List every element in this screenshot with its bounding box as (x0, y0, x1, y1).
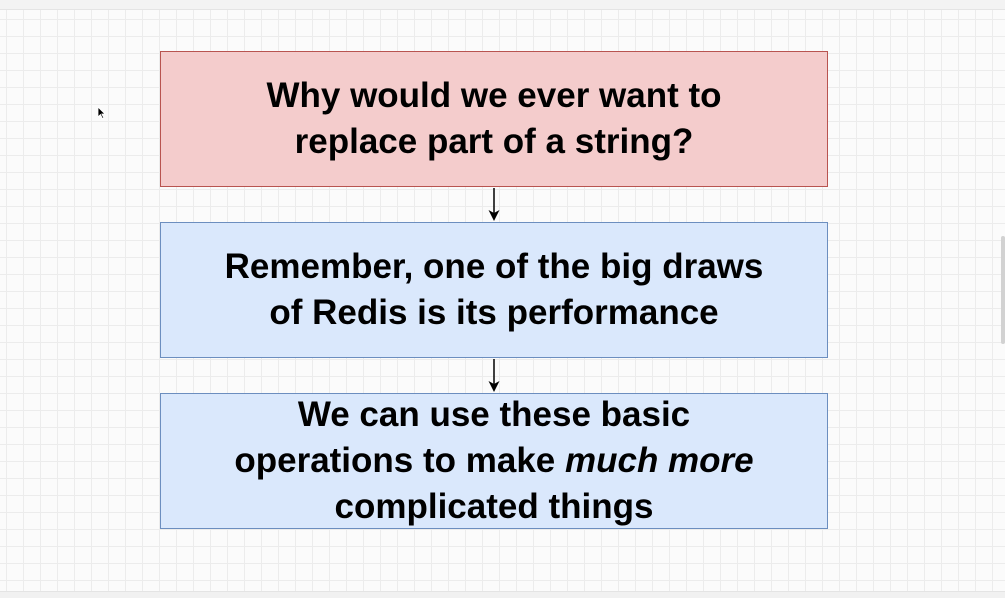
box-performance-text: Remember, one of the big draws of Redis … (225, 244, 764, 336)
box-performance-line-2: of Redis is its performance (269, 293, 719, 332)
box-question-text: Why would we ever want to replace part o… (266, 73, 721, 165)
box-basic-operations[interactable]: We can use these basic operations to mak… (160, 393, 828, 529)
mouse-pointer-icon (98, 107, 106, 119)
box-basic-operations-text: We can use these basic operations to mak… (234, 392, 753, 530)
box-basic-operations-line-3: complicated things (334, 487, 654, 526)
box-performance[interactable]: Remember, one of the big draws of Redis … (160, 222, 828, 358)
box-basic-operations-emphasis: much more (564, 441, 754, 480)
box-question-line-2: replace part of a string? (294, 122, 694, 161)
box-basic-operations-line-2-start: operations to make (234, 441, 565, 480)
box-performance-line-1: Remember, one of the big draws (224, 247, 764, 286)
page-tabs-bar (0, 591, 1005, 598)
box-question[interactable]: Why would we ever want to replace part o… (160, 51, 828, 187)
box-question-line-1: Why would we ever want to (266, 76, 722, 115)
vertical-scrollbar[interactable] (1001, 236, 1005, 344)
box-basic-operations-line-1: We can use these basic (297, 395, 691, 434)
connector-performance-to-operations[interactable] (488, 359, 500, 392)
editor-toolbar (0, 0, 1005, 10)
connector-question-to-performance[interactable] (488, 188, 500, 221)
